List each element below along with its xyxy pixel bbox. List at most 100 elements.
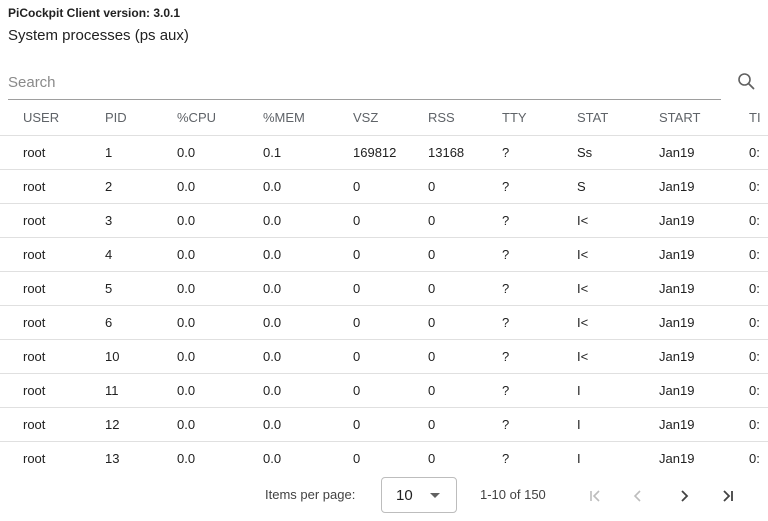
table-cell: root <box>0 373 105 408</box>
table-cell: 0: <box>749 135 768 170</box>
table-cell: 0.0 <box>177 339 263 374</box>
table-cell: Jan19 <box>659 237 749 272</box>
table-cell: 0.0 <box>263 203 353 238</box>
table-cell: root <box>0 441 105 473</box>
next-page-button[interactable] <box>672 485 696 507</box>
table-cell: ? <box>502 407 577 442</box>
previous-page-button[interactable] <box>626 485 650 507</box>
table-cell: 0.0 <box>263 237 353 272</box>
table-cell: ? <box>502 271 577 306</box>
table-cell: ? <box>502 339 577 374</box>
client-version-label: PiCockpit Client version: 3.0.1 <box>8 6 181 20</box>
table-cell: 0 <box>353 271 428 306</box>
table-cell: 0.0 <box>177 237 263 272</box>
table-cell: 0 <box>428 169 502 204</box>
table-cell: ? <box>502 169 577 204</box>
table-cell: 0.0 <box>263 271 353 306</box>
search-input[interactable] <box>8 70 721 94</box>
table-cell: 13168 <box>428 135 502 170</box>
chevron-right-icon <box>681 490 689 502</box>
table-cell: root <box>0 305 105 340</box>
table-row: root 2 0.0 0.0 0 0? S Jan19 0: <box>0 169 768 204</box>
table-cell: 0 <box>428 203 502 238</box>
last-page-button[interactable] <box>717 485 741 507</box>
table-row: root 11 0.0 0.0 0 0? I Jan19 0: <box>0 373 768 408</box>
table-cell: Jan19 <box>659 339 749 374</box>
table-cell: 0: <box>749 203 768 238</box>
table-cell: 0.0 <box>177 203 263 238</box>
column-header[interactable]: %MEM <box>263 100 353 136</box>
table-cell: root <box>0 339 105 374</box>
column-header[interactable]: PID <box>105 100 177 136</box>
column-header[interactable]: TTY <box>502 100 577 136</box>
items-per-page-select[interactable]: 10 <box>381 477 457 513</box>
table-cell: 0 <box>428 271 502 306</box>
column-header[interactable]: RSS <box>428 100 502 136</box>
table-cell: Jan19 <box>659 271 749 306</box>
page-title: System processes (ps aux) <box>8 27 189 44</box>
table-cell: Jan19 <box>659 305 749 340</box>
column-header[interactable]: START <box>659 100 749 136</box>
table-cell: 2 <box>105 169 177 204</box>
table-cell: I< <box>577 305 659 340</box>
search-icon[interactable] <box>737 72 755 90</box>
table-cell: root <box>0 203 105 238</box>
table-row: root 1 0.0 0.1 169812 13168? Ss Jan19 0: <box>0 135 768 170</box>
process-table: USER PID %CPU %MEM VSZ RSS TTY STAT START TI root… <box>0 100 768 473</box>
table-cell: 0 <box>353 203 428 238</box>
table-cell: Jan19 <box>659 135 749 170</box>
column-header[interactable]: USER <box>0 100 105 136</box>
last-page-icon <box>723 490 733 502</box>
table-cell: 11 <box>105 373 177 408</box>
table-cell: root <box>0 237 105 272</box>
table-row: root 6 0.0 0.0 0 0? I< Jan19 0: <box>0 305 768 340</box>
column-header[interactable]: %CPU <box>177 100 263 136</box>
table-cell: root <box>0 407 105 442</box>
table-cell: 0 <box>428 305 502 340</box>
column-header[interactable]: STAT <box>577 100 659 136</box>
table-cell: 0 <box>428 237 502 272</box>
table-cell: 0.0 <box>263 373 353 408</box>
table-cell: 0: <box>749 305 768 340</box>
table-cell: root <box>0 135 105 170</box>
table-cell: 0.0 <box>177 407 263 442</box>
table-row: root 4 0.0 0.0 0 0? I< Jan19 0: <box>0 237 768 272</box>
table-header-row: USER PID %CPU %MEM VSZ RSS TTY STAT START TI <box>0 100 768 136</box>
table-cell: 0.0 <box>177 441 263 473</box>
table-cell: ? <box>502 135 577 170</box>
dropdown-arrow-icon <box>430 493 440 498</box>
table-cell: Jan19 <box>659 441 749 473</box>
table-cell: root <box>0 271 105 306</box>
table-cell: 0.0 <box>263 305 353 340</box>
table-cell: 0.0 <box>177 271 263 306</box>
first-page-button[interactable] <box>582 485 606 507</box>
table-cell: S <box>577 169 659 204</box>
table-cell: 13 <box>105 441 177 473</box>
table-row: root 12 0.0 0.0 0 0? I Jan19 0: <box>0 407 768 442</box>
table-cell: 0.0 <box>263 441 353 473</box>
table-cell: Jan19 <box>659 203 749 238</box>
table-cell: 0: <box>749 373 768 408</box>
table-cell: 6 <box>105 305 177 340</box>
table-cell: I <box>577 441 659 473</box>
table-cell: 10 <box>105 339 177 374</box>
table-cell: 0 <box>353 339 428 374</box>
table-cell: ? <box>502 237 577 272</box>
table-cell: 0 <box>353 305 428 340</box>
table-cell: I< <box>577 203 659 238</box>
table-cell: 0 <box>428 407 502 442</box>
table-cell: ? <box>502 373 577 408</box>
table-cell: 0 <box>353 237 428 272</box>
column-header[interactable]: TI <box>749 100 768 136</box>
page-range-label: 1-10 of 150 <box>480 487 546 502</box>
search-field <box>8 70 721 100</box>
table-cell: 0: <box>749 441 768 473</box>
column-header[interactable]: VSZ <box>353 100 428 136</box>
table-cell: ? <box>502 441 577 473</box>
table-cell: Jan19 <box>659 169 749 204</box>
table-cell: I< <box>577 339 659 374</box>
table-cell: 0: <box>749 339 768 374</box>
table-cell: 0 <box>353 407 428 442</box>
table-row: root 10 0.0 0.0 0 0? I< Jan19 0: <box>0 339 768 374</box>
table-cell: 169812 <box>353 135 428 170</box>
